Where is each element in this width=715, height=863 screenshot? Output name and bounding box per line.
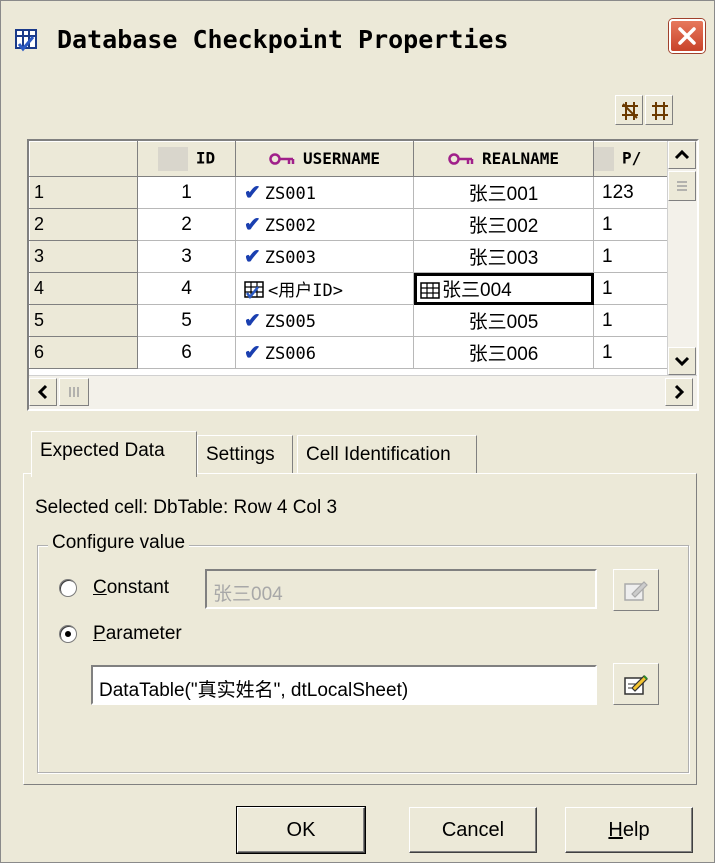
key-icon	[269, 150, 295, 169]
cell-realname[interactable]: 张三004	[413, 272, 594, 305]
scroll-left-button[interactable]	[29, 378, 57, 406]
close-button[interactable]	[669, 19, 705, 53]
column-header-realname[interactable]: REALNAME	[413, 141, 594, 177]
cell-id[interactable]: 4	[137, 272, 236, 305]
scroll-right-button[interactable]	[665, 378, 693, 406]
cell-id[interactable]: 1	[137, 176, 236, 209]
grid-cells-icon	[652, 102, 668, 120]
constant-edit-button	[613, 569, 659, 611]
cell-username[interactable]: ✔ ZS001	[235, 176, 414, 209]
cell-realname[interactable]: 张三002	[413, 208, 594, 241]
parameter-value-field[interactable]: DataTable("真实姓名", dtLocalSheet)	[91, 665, 597, 705]
scroll-down-button[interactable]	[668, 347, 696, 375]
horizontal-scrollbar[interactable]	[29, 375, 697, 409]
clear-all-cells-button[interactable]	[645, 95, 673, 125]
parameter-table-icon	[420, 280, 442, 301]
row-header[interactable]: 4	[29, 272, 138, 305]
constant-label[interactable]: Constant	[93, 577, 169, 599]
row-header[interactable]: 2	[29, 208, 138, 241]
row-header[interactable]: 5	[29, 304, 138, 337]
constant-radio[interactable]	[59, 579, 77, 597]
tab-settings[interactable]: Settings	[197, 435, 293, 475]
vertical-scroll-thumb[interactable]	[668, 171, 696, 201]
help-button[interactable]: Help	[565, 807, 693, 853]
cell-username[interactable]: ✔ ZS002	[235, 208, 414, 241]
checkmark-icon: ✔	[244, 310, 261, 332]
table-checkpoint-icon	[15, 29, 41, 53]
selected-cell-label: Selected cell: DbTable: Row 4 Col 3	[35, 497, 338, 518]
checkmark-icon: ✔	[244, 214, 261, 236]
cell-realname[interactable]: 张三003	[413, 240, 594, 273]
check-cells-icon	[622, 102, 638, 120]
table-row[interactable]: 6 6 ✔ ZS006 张三006 1	[29, 336, 684, 369]
cell-id[interactable]: 5	[137, 304, 236, 337]
cancel-button[interactable]: Cancel	[409, 807, 537, 853]
cell-id[interactable]: 6	[137, 336, 236, 369]
checkmark-icon: ✔	[244, 182, 261, 204]
tab-expected-data[interactable]: Expected Data	[31, 431, 197, 477]
cell-username[interactable]: <用户ID>	[235, 272, 414, 305]
ok-button[interactable]: OK	[236, 806, 366, 854]
parameter-label[interactable]: Parameter	[93, 623, 182, 645]
configure-value-title: Configure value	[48, 532, 190, 554]
cell-id[interactable]: 2	[137, 208, 236, 241]
row-header[interactable]: 6	[29, 336, 138, 369]
data-table: ID USERNAME REALNAME P/ 1 1 ✔ ZS001 张三001 123…	[29, 141, 684, 369]
cell-username[interactable]: ✔ ZS006	[235, 336, 414, 369]
window-title: Database Checkpoint Properties	[57, 25, 509, 54]
checkpoint-grid[interactable]: ID USERNAME REALNAME P/ 1 1 ✔ ZS001 张三001 123…	[27, 139, 699, 411]
parameter-radio[interactable]	[59, 625, 77, 643]
table-row[interactable]: 2 2 ✔ ZS002 张三002 1	[29, 208, 684, 241]
database-checkpoint-dialog: Database Checkpoint Properties ID USERNA…	[0, 0, 715, 863]
chevron-down-icon	[674, 356, 690, 367]
cell-realname[interactable]: 张三006	[413, 336, 594, 369]
parameter-table-icon	[244, 280, 268, 301]
table-row[interactable]: 4 4 <用户ID> 张三004 1	[29, 272, 684, 305]
table-row[interactable]: 5 5 ✔ ZS005 张三005 1	[29, 304, 684, 337]
cell-username[interactable]: ✔ ZS003	[235, 240, 414, 273]
vertical-scrollbar[interactable]	[667, 141, 697, 377]
cell-realname[interactable]: 张三005	[413, 304, 594, 337]
scroll-up-button[interactable]	[668, 141, 696, 169]
chevron-right-icon	[674, 384, 685, 400]
column-header-id[interactable]: ID	[137, 141, 236, 177]
column-header-username[interactable]: USERNAME	[235, 141, 414, 177]
edit-icon	[624, 675, 648, 695]
row-header[interactable]: 1	[29, 176, 138, 209]
column-square-icon	[157, 147, 188, 171]
radio-selected-dot	[65, 631, 71, 637]
key-icon	[448, 150, 474, 169]
edit-icon	[624, 581, 648, 601]
parameter-edit-button[interactable]	[613, 663, 659, 705]
horizontal-scroll-thumb[interactable]	[59, 378, 89, 406]
title-bar[interactable]: Database Checkpoint Properties	[1, 1, 714, 71]
tab-cell-identification[interactable]: Cell Identification	[297, 435, 477, 475]
chevron-up-icon	[674, 149, 690, 160]
cell-realname[interactable]: 张三001	[413, 176, 594, 209]
checkmark-icon: ✔	[244, 342, 261, 364]
close-icon	[678, 27, 696, 45]
row-header[interactable]: 3	[29, 240, 138, 273]
corner-header[interactable]	[29, 141, 138, 177]
constant-value-field: 张三004	[205, 569, 597, 609]
chevron-left-icon	[37, 384, 48, 400]
select-all-cells-button[interactable]	[615, 95, 643, 125]
cell-username[interactable]: ✔ ZS005	[235, 304, 414, 337]
table-row[interactable]: 3 3 ✔ ZS003 张三003 1	[29, 240, 684, 273]
column-square-icon	[594, 147, 614, 171]
table-row[interactable]: 1 1 ✔ ZS001 张三001 123	[29, 176, 684, 209]
checkmark-icon: ✔	[244, 246, 261, 268]
cell-id[interactable]: 3	[137, 240, 236, 273]
